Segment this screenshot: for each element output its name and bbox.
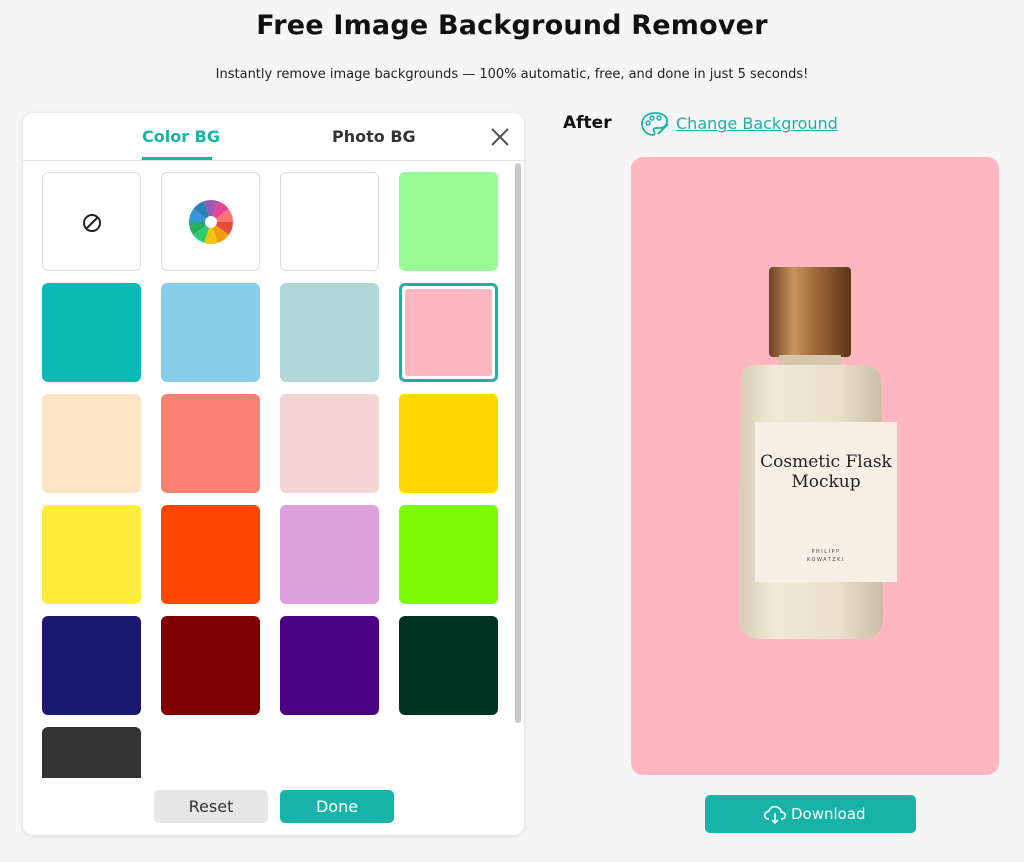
color-swatch[interactable] (42, 616, 141, 715)
bottle-label-line2: Mockup (791, 472, 860, 492)
panel-tabs: Color BG Photo BG (23, 113, 524, 161)
after-label: After (563, 113, 612, 133)
color-swatch[interactable] (42, 727, 141, 778)
download-label: Download (791, 805, 866, 823)
close-icon[interactable] (488, 125, 512, 149)
color-swatch[interactable] (161, 616, 260, 715)
color-swatch[interactable] (280, 394, 379, 493)
color-swatch[interactable] (399, 505, 498, 604)
background-panel: Color BG Photo BG Reset Done (23, 113, 524, 835)
color-swatch[interactable] (42, 394, 141, 493)
tab-color-bg[interactable]: Color BG (142, 127, 220, 146)
color-swatch[interactable] (280, 172, 379, 271)
page-title: Free Image Background Remover (256, 10, 768, 41)
change-background-link[interactable]: Change Background (676, 114, 838, 133)
cloud-download-icon (763, 805, 787, 824)
bottle-label-line1: Cosmetic Flask (760, 452, 892, 472)
color-wheel-icon (189, 200, 233, 244)
download-button[interactable]: Download (705, 795, 916, 833)
color-swatch[interactable] (399, 172, 498, 271)
color-swatch[interactable] (399, 394, 498, 493)
reset-button[interactable]: Reset (154, 790, 268, 823)
page-subtitle: Instantly remove image backgrounds — 100… (215, 67, 809, 82)
done-button[interactable]: Done (280, 790, 394, 823)
color-swatch[interactable] (280, 505, 379, 604)
preview-image: Cosmetic Flask Mockup PHILIPP KOWATZKI (631, 157, 999, 775)
cosmetic-bottle-image: Cosmetic Flask Mockup PHILIPP KOWATZKI (739, 267, 897, 639)
active-tab-indicator (142, 157, 212, 160)
color-swatch[interactable] (280, 616, 379, 715)
color-swatch[interactable] (399, 283, 498, 382)
palette-icon[interactable] (640, 110, 670, 138)
no-color-icon (83, 214, 101, 232)
bottle-brand-line2: KOWATZKI (807, 557, 845, 563)
scrollbar[interactable] (515, 163, 521, 723)
color-swatch[interactable] (42, 283, 141, 382)
color-swatch[interactable] (161, 394, 260, 493)
bottle-brand-line1: PHILIPP (811, 549, 840, 555)
color-swatch[interactable] (161, 505, 260, 604)
swatch-fill (405, 289, 492, 376)
bottle-cap (769, 267, 851, 357)
color-swatch[interactable] (280, 283, 379, 382)
tab-photo-bg[interactable]: Photo BG (332, 127, 416, 146)
swatch-no-color[interactable] (42, 172, 141, 271)
color-swatch[interactable] (399, 616, 498, 715)
swatch-grid (23, 161, 524, 778)
color-swatch[interactable] (161, 283, 260, 382)
swatch-color-picker[interactable] (161, 172, 260, 271)
color-swatch[interactable] (42, 505, 141, 604)
